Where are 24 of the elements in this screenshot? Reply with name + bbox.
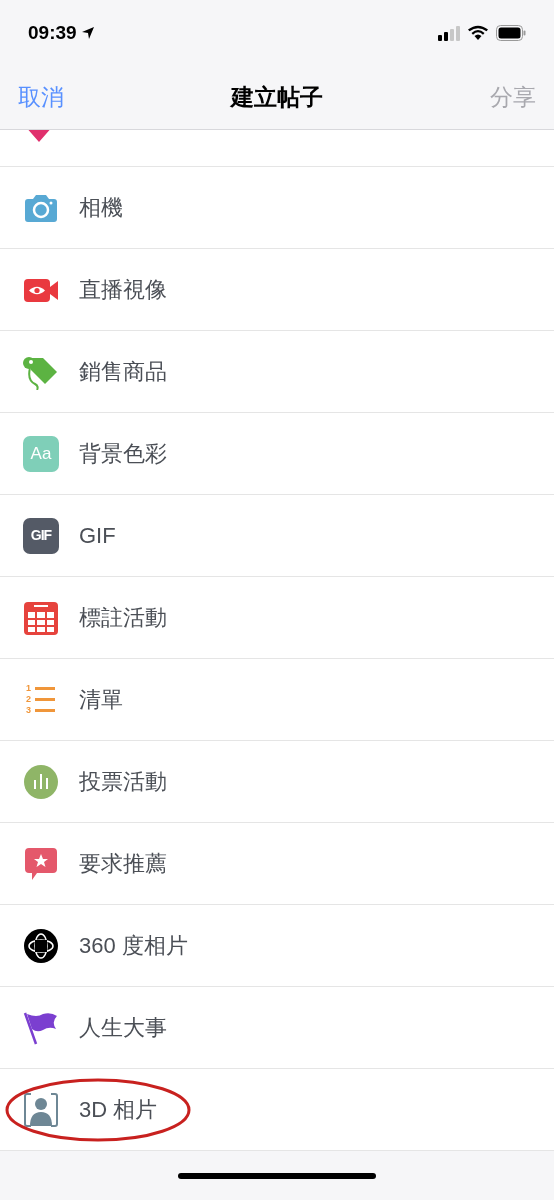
option-label[interactable]: 直播視像 <box>79 273 167 306</box>
globe-icon <box>23 927 59 964</box>
portrait-frame-icon <box>23 1091 59 1128</box>
wifi-icon <box>467 25 489 41</box>
option-label[interactable]: 相機 <box>79 191 123 224</box>
battery-icon <box>496 25 526 41</box>
gif-icon: GIF <box>23 517 59 554</box>
signal-icon <box>438 25 460 41</box>
page-title: 建立帖子 <box>231 83 323 113</box>
option-label[interactable]: 清單 <box>79 683 123 716</box>
option-label[interactable]: 背景色彩 <box>79 437 167 470</box>
option-label[interactable]: 360 度相片 <box>79 929 188 962</box>
calendar-icon <box>23 599 59 636</box>
star-speech-bubble-icon <box>23 845 59 882</box>
clock-time: 09:39 <box>28 20 77 45</box>
option-label[interactable]: 銷售商品 <box>79 355 167 388</box>
bar-chart-icon <box>23 763 59 800</box>
location-arrow-icon <box>80 26 95 40</box>
option-label[interactable]: 人生大事 <box>79 1011 167 1044</box>
option-label[interactable]: 要求推薦 <box>79 847 167 880</box>
text-style-icon: Aa <box>23 435 59 472</box>
option-label[interactable]: GIF <box>79 519 116 552</box>
option-label[interactable]: 標註活動 <box>79 601 167 634</box>
option-label[interactable]: 投票活動 <box>79 765 167 798</box>
